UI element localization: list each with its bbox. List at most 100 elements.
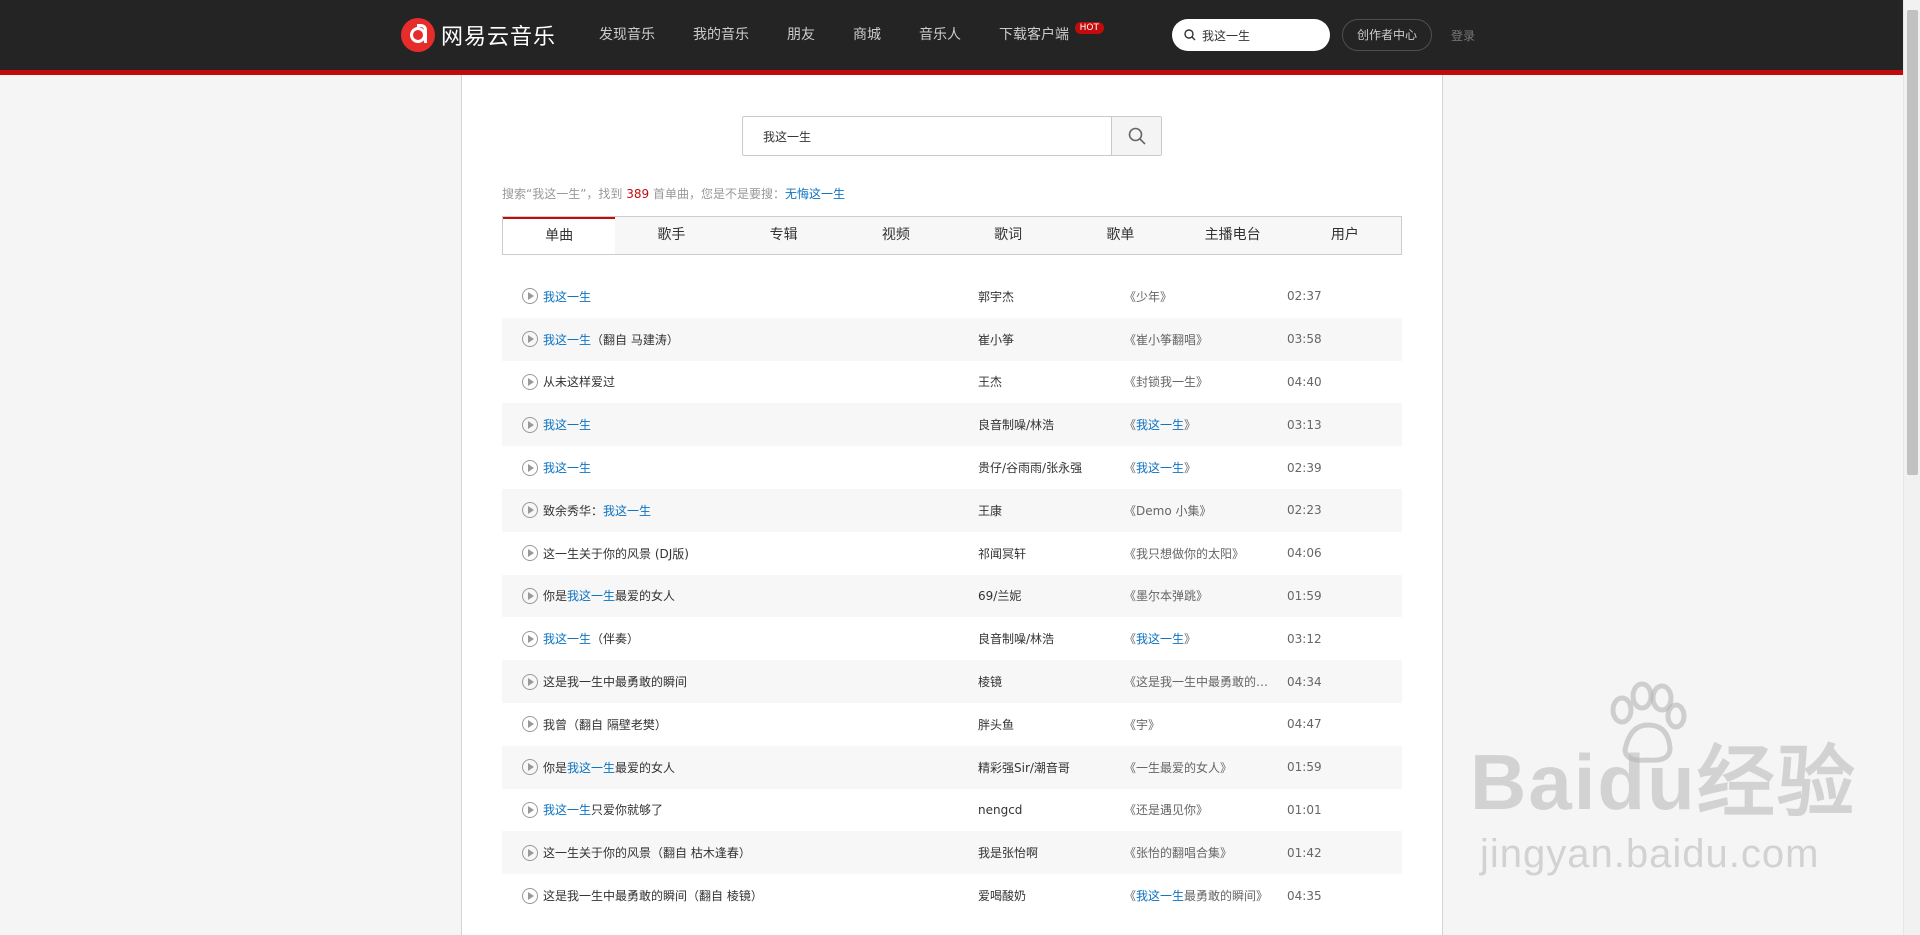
main-search-input[interactable] bbox=[743, 117, 1111, 155]
scrollbar-thumb[interactable] bbox=[1907, 10, 1918, 475]
song-row[interactable]: 这一生关于你的风景 (DJ版) 祁闻冥轩 《我只想做你的太阳》 04:06 bbox=[502, 532, 1402, 575]
play-icon[interactable] bbox=[522, 630, 538, 647]
song-title[interactable]: 你是我这一生最爱的女人 bbox=[543, 759, 978, 776]
login-link[interactable]: 登录 bbox=[1451, 27, 1475, 44]
search-icon bbox=[1184, 29, 1196, 41]
song-album[interactable]: 《宇》 bbox=[1124, 716, 1287, 733]
song-album[interactable]: 《封锁我一生》 bbox=[1124, 373, 1287, 390]
song-row[interactable]: 致余秀华：我这一生 王康 《Demo 小集》 02:23 bbox=[502, 488, 1402, 532]
play-icon[interactable] bbox=[522, 502, 538, 519]
song-row[interactable]: 你是我这一生最爱的女人 精彩强Sir/潮音哥 《一生最爱的女人》 01:59 bbox=[502, 745, 1402, 789]
song-album[interactable]: 《墨尔本弹跳》 bbox=[1124, 587, 1287, 604]
play-icon[interactable] bbox=[522, 759, 538, 776]
song-artist[interactable]: 崔小筝 bbox=[978, 331, 1124, 348]
tab-lyrics[interactable]: 歌词 bbox=[952, 217, 1064, 254]
song-artist[interactable]: 贵仔/谷雨雨/张永强 bbox=[978, 459, 1124, 476]
nav-discover[interactable]: 发现音乐 bbox=[580, 0, 674, 70]
song-artist[interactable]: 郭宇杰 bbox=[978, 288, 1124, 305]
play-icon[interactable] bbox=[522, 887, 538, 904]
nav-download-client[interactable]: 下载客户端 HOT bbox=[980, 0, 1104, 70]
song-title[interactable]: 你是我这一生最爱的女人 bbox=[543, 587, 978, 604]
song-row[interactable]: 我这一生（翻自 马建涛） 崔小筝 《崔小筝翻唱》 03:58 bbox=[502, 317, 1402, 361]
song-title[interactable]: 这一生关于你的风景（翻自 枯木逢春） bbox=[543, 844, 978, 861]
song-album[interactable]: 《Demo 小集》 bbox=[1124, 502, 1287, 519]
song-row[interactable]: 我曾（翻自 隔壁老樊） 胖头鱼 《宇》 04:47 bbox=[502, 703, 1402, 746]
play-icon[interactable] bbox=[522, 288, 538, 305]
song-album[interactable]: 《我这一生》 bbox=[1124, 630, 1287, 647]
header-search-input[interactable] bbox=[1202, 28, 1322, 42]
song-row[interactable]: 我这一生 良音制噪/林浩 《我这一生》 03:13 bbox=[502, 403, 1402, 447]
song-title[interactable]: 这是我一生中最勇敢的瞬间 bbox=[543, 673, 978, 690]
song-title[interactable]: 我这一生只爱你就够了 bbox=[543, 801, 978, 818]
play-icon[interactable] bbox=[522, 373, 538, 390]
song-artist[interactable]: 爱喝酸奶 bbox=[978, 887, 1124, 904]
song-title[interactable]: 致余秀华：我这一生 bbox=[543, 502, 978, 519]
song-album[interactable]: 《还是遇见你》 bbox=[1124, 801, 1287, 818]
song-artist[interactable]: 棱镜 bbox=[978, 673, 1124, 690]
song-title[interactable]: 我这一生 bbox=[543, 288, 978, 305]
song-row[interactable]: 从未这样爱过 王杰 《封锁我一生》 04:40 bbox=[502, 361, 1402, 404]
song-row[interactable]: 这是我一生中最勇敢的瞬间（翻自 棱镜） 爱喝酸奶 《我这一生最勇敢的瞬间》 04:35 bbox=[502, 874, 1402, 917]
song-artist[interactable]: 祁闻冥轩 bbox=[978, 545, 1124, 562]
play-icon[interactable] bbox=[522, 587, 538, 604]
song-title[interactable]: 我曾（翻自 隔壁老樊） bbox=[543, 716, 978, 733]
song-row[interactable]: 我这一生（伴奏） 良音制噪/林浩 《我这一生》 03:12 bbox=[502, 617, 1402, 660]
song-row[interactable]: 这是我一生中最勇敢的瞬间 棱镜 《这是我一生中最勇敢的瞬间》 04:34 bbox=[502, 660, 1402, 703]
header-search[interactable] bbox=[1172, 19, 1330, 51]
nav-friends[interactable]: 朋友 bbox=[768, 0, 834, 70]
nav-my-music[interactable]: 我的音乐 bbox=[674, 0, 768, 70]
song-artist[interactable]: 王杰 bbox=[978, 373, 1124, 390]
suggestion-link[interactable]: 无悔这一生 bbox=[785, 187, 845, 201]
tab-users[interactable]: 用户 bbox=[1289, 217, 1401, 254]
song-artist[interactable]: 69/兰妮 bbox=[978, 587, 1124, 604]
song-title[interactable]: 我这一生 bbox=[543, 416, 978, 433]
play-icon[interactable] bbox=[522, 331, 538, 348]
play-icon[interactable] bbox=[522, 459, 538, 476]
song-title[interactable]: 这是我一生中最勇敢的瞬间（翻自 棱镜） bbox=[543, 887, 978, 904]
play-icon[interactable] bbox=[522, 716, 538, 733]
song-artist[interactable]: 胖头鱼 bbox=[978, 716, 1124, 733]
song-album[interactable]: 《我这一生》 bbox=[1124, 459, 1287, 476]
nav-mall[interactable]: 商城 bbox=[834, 0, 900, 70]
song-row[interactable]: 我这一生只爱你就够了 nengcd 《还是遇见你》 01:01 bbox=[502, 789, 1402, 832]
song-title[interactable]: 我这一生（翻自 马建涛） bbox=[543, 331, 978, 348]
play-icon[interactable] bbox=[522, 844, 538, 861]
song-album[interactable]: 《我只想做你的太阳》 bbox=[1124, 545, 1287, 562]
song-artist[interactable]: 我是张怡啊 bbox=[978, 844, 1124, 861]
play-icon[interactable] bbox=[522, 673, 538, 690]
song-title[interactable]: 我这一生 bbox=[543, 459, 978, 476]
song-row[interactable]: 你是我这一生最爱的女人 69/兰妮 《墨尔本弹跳》 01:59 bbox=[502, 574, 1402, 618]
song-artist[interactable]: 良音制噪/林浩 bbox=[978, 416, 1124, 433]
play-icon[interactable] bbox=[522, 416, 538, 433]
tab-playlists[interactable]: 歌单 bbox=[1064, 217, 1176, 254]
song-title[interactable]: 我这一生（伴奏） bbox=[543, 630, 978, 647]
tab-artists[interactable]: 歌手 bbox=[615, 217, 727, 254]
song-album[interactable]: 《我这一生最勇敢的瞬间》 bbox=[1124, 887, 1287, 904]
song-album[interactable]: 《少年》 bbox=[1124, 288, 1287, 305]
song-artist[interactable]: 精彩强Sir/潮音哥 bbox=[978, 759, 1124, 776]
song-album[interactable]: 《张怡的翻唱合集》 bbox=[1124, 844, 1287, 861]
song-album[interactable]: 《一生最爱的女人》 bbox=[1124, 759, 1287, 776]
song-row[interactable]: 这一生关于你的风景（翻自 枯木逢春） 我是张怡啊 《张怡的翻唱合集》 01:42 bbox=[502, 831, 1402, 875]
creator-center-button[interactable]: 创作者中心 bbox=[1342, 19, 1432, 51]
song-artist[interactable]: 良音制噪/林浩 bbox=[978, 630, 1124, 647]
song-album[interactable]: 《这是我一生中最勇敢的瞬间》 bbox=[1124, 673, 1287, 690]
play-icon[interactable] bbox=[522, 545, 538, 562]
tab-videos[interactable]: 视频 bbox=[840, 217, 952, 254]
song-artist[interactable]: 王康 bbox=[978, 502, 1124, 519]
song-row[interactable]: 我这一生 贵仔/谷雨雨/张永强 《我这一生》 02:39 bbox=[502, 446, 1402, 489]
tab-albums[interactable]: 专辑 bbox=[728, 217, 840, 254]
song-artist[interactable]: nengcd bbox=[978, 803, 1124, 817]
song-album[interactable]: 《崔小筝翻唱》 bbox=[1124, 331, 1287, 348]
song-album[interactable]: 《我这一生》 bbox=[1124, 416, 1287, 433]
tab-radio[interactable]: 主播电台 bbox=[1177, 217, 1289, 254]
play-icon[interactable] bbox=[522, 801, 538, 818]
page-scrollbar[interactable] bbox=[1903, 0, 1920, 935]
tab-songs[interactable]: 单曲 bbox=[503, 217, 616, 254]
song-title[interactable]: 这一生关于你的风景 (DJ版) bbox=[543, 545, 978, 562]
search-button[interactable] bbox=[1111, 117, 1161, 155]
song-row[interactable]: 我这一生 郭宇杰 《少年》 02:37 bbox=[502, 275, 1402, 318]
logo[interactable]: 网易云音乐 bbox=[401, 18, 556, 52]
song-title[interactable]: 从未这样爱过 bbox=[543, 373, 978, 390]
nav-musician[interactable]: 音乐人 bbox=[900, 0, 980, 70]
